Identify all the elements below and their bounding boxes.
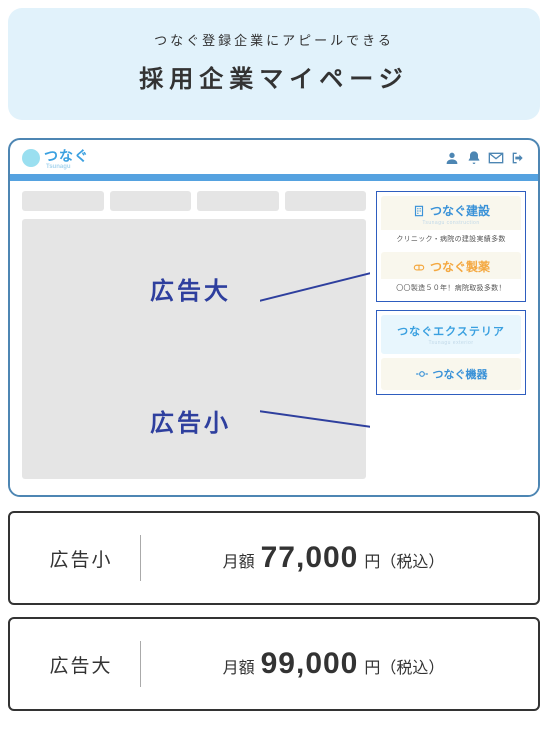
mypage-mockup: つなぐ Tsunagu — [8, 138, 540, 497]
price-amount: 99,000 — [261, 647, 359, 681]
pill-icon — [412, 260, 426, 274]
topbar-icons — [444, 150, 526, 166]
price-amount: 77,000 — [261, 541, 359, 575]
brand: つなぐ Tsunagu — [22, 146, 89, 170]
tab-placeholder — [110, 191, 192, 211]
ad-tagline: クリニック・病院の建設実績多数 — [381, 230, 521, 248]
price-unit: 円（税込） — [364, 548, 444, 572]
price-unit: 円（税込） — [364, 654, 444, 678]
ad-sub: Tsunagu exterior — [385, 340, 517, 346]
ad-title: つなぐ機器 — [433, 366, 488, 382]
price-name: 広告小 — [26, 545, 136, 572]
divider — [140, 641, 141, 687]
brand-name: つなぐ — [44, 148, 89, 164]
ad-sub: Tsunagu construction — [385, 220, 517, 226]
user-icon[interactable] — [444, 150, 460, 166]
hero-banner: つなぐ登録企業にアピールできる 採用企業マイページ — [8, 8, 540, 120]
price-label: 月額 — [223, 654, 255, 678]
ad-card-construction[interactable]: つなぐ建設 Tsunagu construction クリニック・病院の建設実績… — [381, 196, 521, 248]
ad-card-exterior[interactable]: つなぐエクステリア Tsunagu exterior — [381, 315, 521, 354]
device-icon — [415, 367, 429, 381]
divider — [140, 535, 141, 581]
price-label: 月額 — [223, 548, 255, 572]
brand-sub: Tsunagu — [46, 164, 89, 170]
overlay-label-small: 広告小 — [150, 403, 231, 438]
ad-large-group: つなぐ建設 Tsunagu construction クリニック・病院の建設実績… — [376, 191, 526, 302]
ad-title: つなぐ製薬 — [430, 258, 490, 275]
mockup-nav-bar — [10, 174, 538, 181]
ad-card-kiki[interactable]: つなぐ機器 — [381, 358, 521, 390]
tab-bar — [22, 191, 366, 211]
price-name: 広告大 — [26, 651, 136, 678]
brand-logo-icon — [22, 149, 40, 167]
ad-small-group: つなぐエクステリア Tsunagu exterior つなぐ機器 — [376, 310, 526, 395]
overlay-label-large: 広告大 — [150, 271, 231, 306]
tab-placeholder — [197, 191, 279, 211]
banner-subtitle: つなぐ登録企業にアピールできる — [8, 30, 540, 49]
banner-title: 採用企業マイページ — [8, 59, 540, 94]
ad-column: つなぐ建設 Tsunagu construction クリニック・病院の建設実績… — [376, 191, 526, 479]
ad-title: つなぐエクステリア — [385, 323, 517, 339]
price-card-large: 広告大 月額 99,000 円（税込） — [8, 617, 540, 711]
logout-icon[interactable] — [510, 150, 526, 166]
price-card-small: 広告小 月額 77,000 円（税込） — [8, 511, 540, 605]
ad-title: つなぐ建設 — [430, 202, 490, 219]
building-icon — [412, 204, 426, 218]
ad-card-pharma[interactable]: つなぐ製薬 〇〇製造５０年！病院取扱多数！ — [381, 252, 521, 297]
mail-icon[interactable] — [488, 150, 504, 166]
tab-placeholder — [285, 191, 367, 211]
tab-placeholder — [22, 191, 104, 211]
bell-icon[interactable] — [466, 150, 482, 166]
ad-tagline: 〇〇製造５０年！病院取扱多数！ — [381, 279, 521, 297]
mockup-topbar: つなぐ Tsunagu — [10, 140, 538, 174]
